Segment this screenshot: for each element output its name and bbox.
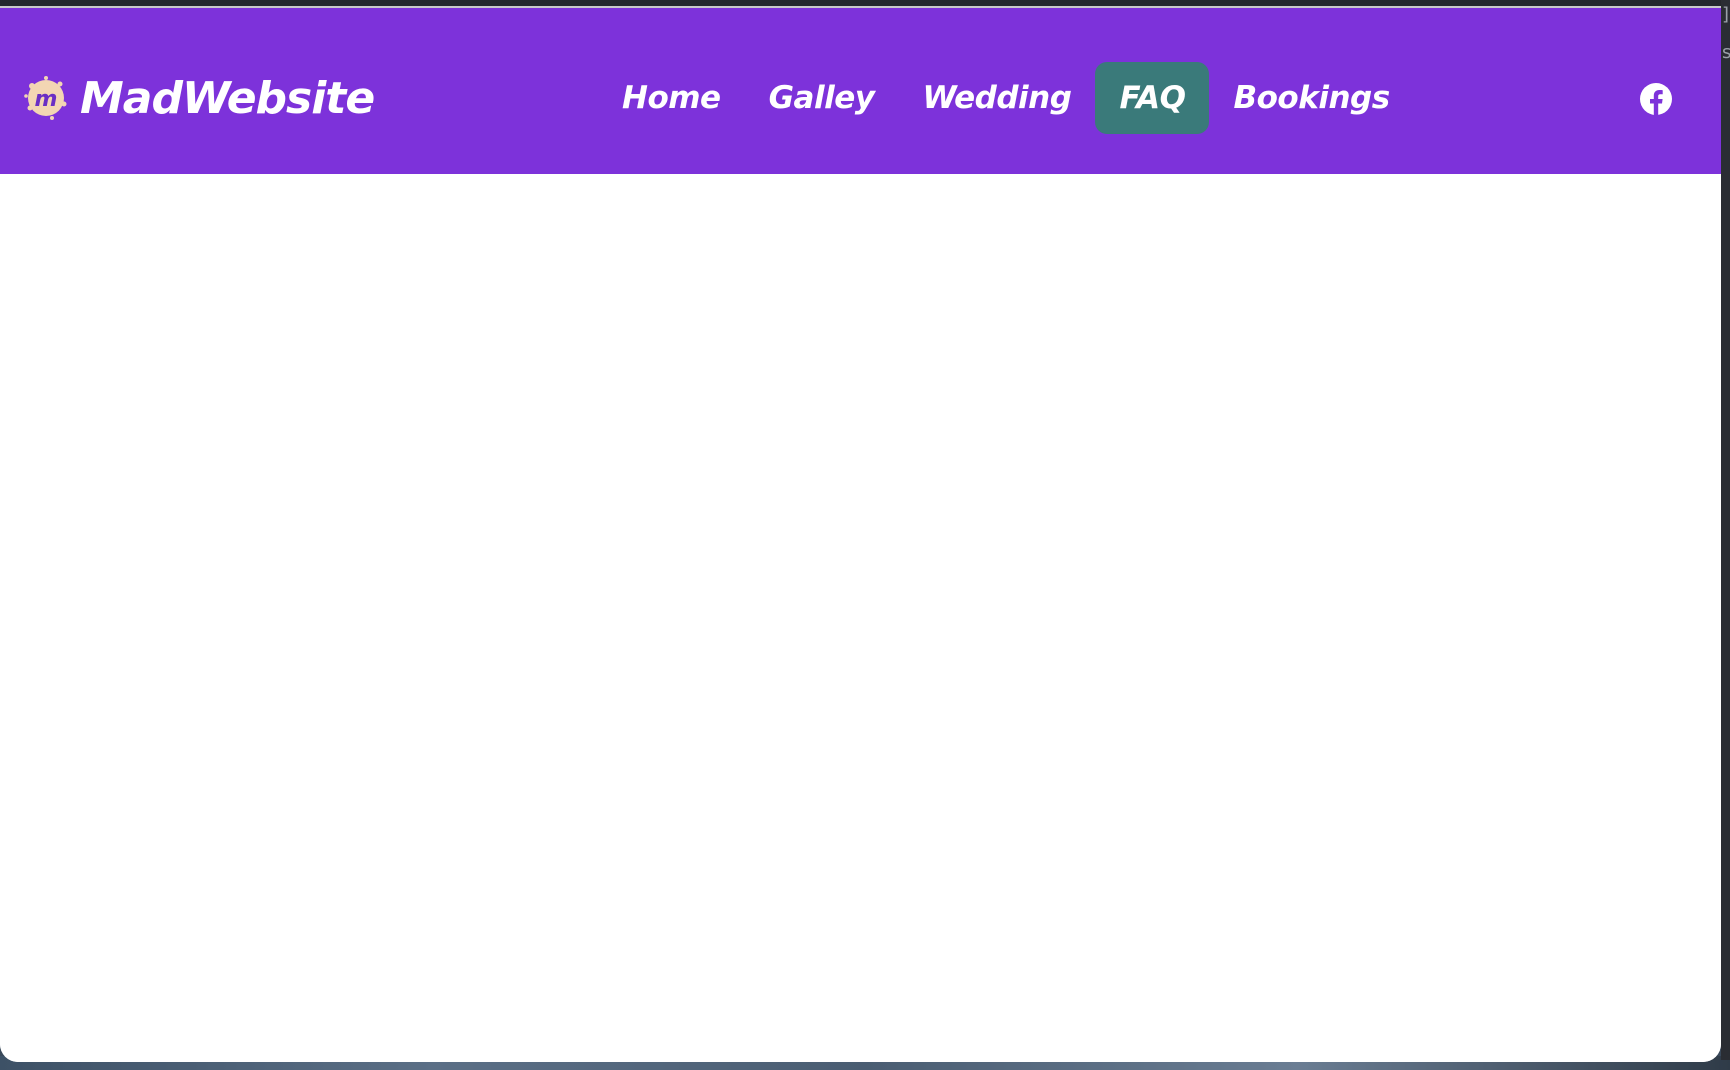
browser-window: m MadWebsite Home Galley Wedding FAQ Boo… (0, 6, 1721, 1062)
main-nav: Home Galley Wedding FAQ Bookings (598, 62, 1414, 134)
logo-letter: m (35, 87, 58, 112)
nav-galley[interactable]: Galley (745, 62, 899, 134)
meetup-splat-logo-icon: m (22, 74, 70, 122)
nav-bookings[interactable]: Bookings (1209, 62, 1413, 134)
page-content (0, 174, 1721, 1062)
brand[interactable]: m MadWebsite (22, 68, 375, 128)
window-edge (1721, 0, 1730, 1060)
nav-home[interactable]: Home (598, 62, 745, 134)
brand-name[interactable]: MadWebsite (80, 73, 375, 124)
site-navbar: m MadWebsite Home Galley Wedding FAQ Boo… (0, 8, 1721, 174)
edge-glyph-mid: s (1722, 42, 1730, 63)
facebook-icon[interactable] (1639, 82, 1673, 116)
nav-wedding[interactable]: Wedding (898, 62, 1095, 134)
nav-faq[interactable]: FAQ (1095, 62, 1210, 134)
edge-glyph-top: ] (1722, 4, 1730, 25)
